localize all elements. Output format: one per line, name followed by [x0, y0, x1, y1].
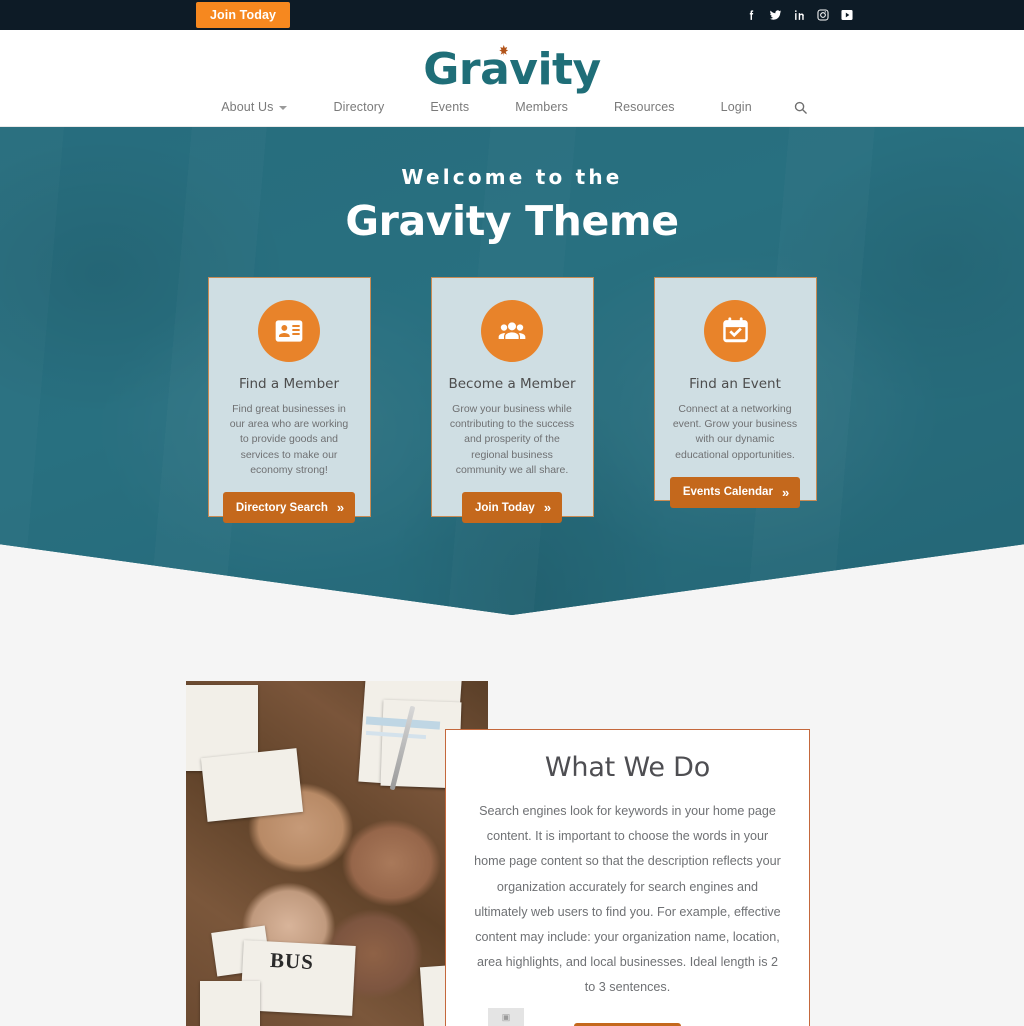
double-chevron-right-icon: »: [544, 501, 549, 514]
card-button-label: Join Today: [475, 502, 535, 514]
instagram-icon[interactable]: [816, 8, 830, 22]
card-button-label: Directory Search: [236, 502, 328, 514]
chevron-down-icon: [279, 106, 287, 110]
scroll-indicator[interactable]: ▣: [488, 1008, 524, 1026]
card-button-label: Events Calendar: [683, 486, 773, 498]
search-icon[interactable]: [775, 100, 826, 115]
nav-item-about-us[interactable]: About Us: [198, 100, 310, 114]
card-description: Grow your business while contributing to…: [446, 402, 579, 478]
id-card-icon: [258, 300, 320, 362]
nav-item-login[interactable]: Login: [698, 100, 775, 114]
calculator-object: [200, 981, 260, 1026]
topbar-join-today-button[interactable]: Join Today: [196, 2, 290, 28]
what-we-do-section: BUS What We Do Search engines look for k…: [0, 671, 1024, 1026]
card-find-an-event[interactable]: Find an Event Connect at a networking ev…: [654, 277, 817, 501]
nav-item-events[interactable]: Events: [407, 100, 492, 114]
what-we-do-panel: What We Do Search engines look for keywo…: [445, 729, 810, 1026]
card-title: Find a Member: [223, 376, 356, 392]
main-navigation: About Us Directory Events Members Resour…: [0, 94, 1024, 120]
youtube-icon[interactable]: [840, 8, 854, 22]
nav-item-resources[interactable]: Resources: [591, 100, 698, 114]
double-chevron-right-icon: »: [337, 501, 342, 514]
events-calendar-button[interactable]: Events Calendar »: [670, 477, 800, 508]
learn-more-button[interactable]: Learn More »: [574, 1023, 680, 1026]
nav-item-directory[interactable]: Directory: [310, 100, 407, 114]
top-bar: Join Today: [0, 0, 1024, 30]
double-chevron-right-icon: »: [782, 486, 787, 499]
hero-cards: Find a Member Find great businesses in o…: [0, 277, 1024, 517]
calendar-check-icon: [704, 300, 766, 362]
people-group-icon: [481, 300, 543, 362]
newspaper-headline: BUS: [269, 948, 314, 975]
card-description: Find great businesses in our area who ar…: [223, 402, 356, 478]
card-title: Become a Member: [446, 376, 579, 392]
site-logo-text: Gravity: [423, 44, 600, 95]
hero-kicker: Welcome to the: [0, 165, 1024, 189]
document-paper: [201, 748, 303, 822]
card-title: Find an Event: [669, 376, 802, 392]
hero-section: Welcome to the Gravity Theme Find a Memb…: [0, 127, 1024, 615]
join-today-button[interactable]: Join Today »: [462, 492, 562, 523]
hero-title: Gravity Theme: [0, 197, 1024, 245]
social-links: [745, 0, 854, 30]
card-description: Connect at a networking event. Grow your…: [669, 402, 802, 463]
what-we-do-photo: BUS: [186, 681, 488, 1026]
card-become-a-member[interactable]: Become a Member Grow your business while…: [431, 277, 594, 517]
linkedin-icon[interactable]: [793, 8, 806, 22]
twitter-icon[interactable]: [768, 8, 783, 22]
site-header: Gravity About Us Directory Events Member…: [0, 30, 1024, 127]
nav-label: About Us: [221, 100, 273, 114]
facebook-icon[interactable]: [745, 8, 758, 22]
what-we-do-body: Search engines look for keywords in your…: [472, 799, 783, 1001]
nav-item-members[interactable]: Members: [492, 100, 591, 114]
what-we-do-title: What We Do: [472, 752, 783, 783]
card-find-a-member[interactable]: Find a Member Find great businesses in o…: [208, 277, 371, 517]
site-logo[interactable]: Gravity: [0, 44, 1024, 96]
directory-search-button[interactable]: Directory Search »: [223, 492, 355, 523]
